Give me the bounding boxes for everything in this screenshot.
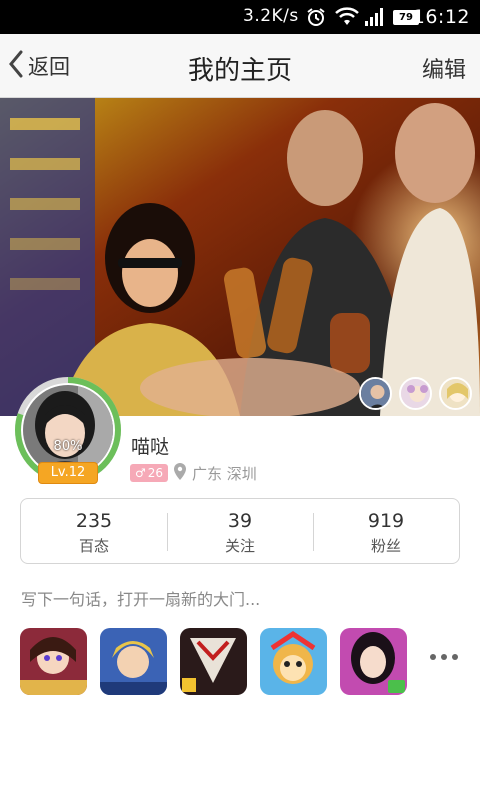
back-button[interactable]: 返回: [8, 50, 70, 82]
location-text: 广东 深圳: [192, 465, 257, 483]
back-label: 返回: [28, 55, 70, 79]
stat-value: 919: [367, 510, 405, 532]
page-title: 我的主页: [187, 56, 292, 86]
more-icon[interactable]: [430, 654, 458, 660]
visitor-avatar[interactable]: [439, 377, 472, 410]
gender-age-badge: ♂ 26: [130, 464, 168, 482]
stat-value: 39: [227, 510, 253, 532]
network-speed: 3.2K/s: [243, 6, 299, 26]
nav-bar: 返回 我的主页 编辑: [0, 34, 480, 98]
stat-label: 百态: [78, 537, 109, 555]
visitor-avatars: [359, 377, 472, 410]
chevron-left-icon: [8, 50, 24, 82]
clock: 16:12: [412, 6, 470, 28]
game-icon-3[interactable]: [180, 628, 247, 695]
visitor-avatar[interactable]: [399, 377, 432, 410]
dot: [452, 654, 458, 660]
profile-name: 喵哒: [131, 436, 170, 458]
game-icon-5[interactable]: [340, 628, 407, 695]
stat-value: 235: [75, 510, 113, 532]
stat-label: 关注: [224, 537, 255, 555]
status-bar: 3.2K/s 79 16:12: [0, 0, 480, 34]
dot: [441, 654, 447, 660]
signature-prompt[interactable]: 写下一句话，打开一扇新的大门...: [21, 586, 260, 610]
game-icon-2[interactable]: [100, 628, 167, 695]
stat-followers[interactable]: 919 粉丝: [313, 499, 459, 563]
games-row: [20, 628, 407, 695]
stat-baitai[interactable]: 235 百态: [21, 499, 167, 563]
stats-card: 235 百态 39 关注 919 粉丝: [20, 498, 460, 564]
game-icon-1[interactable]: [20, 628, 87, 695]
cover-photo[interactable]: [0, 98, 480, 416]
game-icon-4[interactable]: [260, 628, 327, 695]
edit-button[interactable]: 编辑: [422, 52, 466, 84]
location-pin-icon: [174, 463, 186, 484]
signal-icon: [364, 7, 386, 31]
location: 广东 深圳: [174, 463, 257, 484]
level-badge: Lv.12: [38, 462, 98, 484]
stat-following[interactable]: 39 关注: [167, 499, 313, 563]
stat-label: 粉丝: [370, 537, 401, 555]
avatar-completion: 80%: [53, 439, 83, 454]
wifi-icon: [335, 7, 359, 31]
alarm-icon: [306, 7, 326, 31]
age: 26: [147, 466, 164, 480]
male-icon: ♂: [134, 466, 146, 480]
visitor-avatar[interactable]: [359, 377, 392, 410]
dot: [430, 654, 436, 660]
